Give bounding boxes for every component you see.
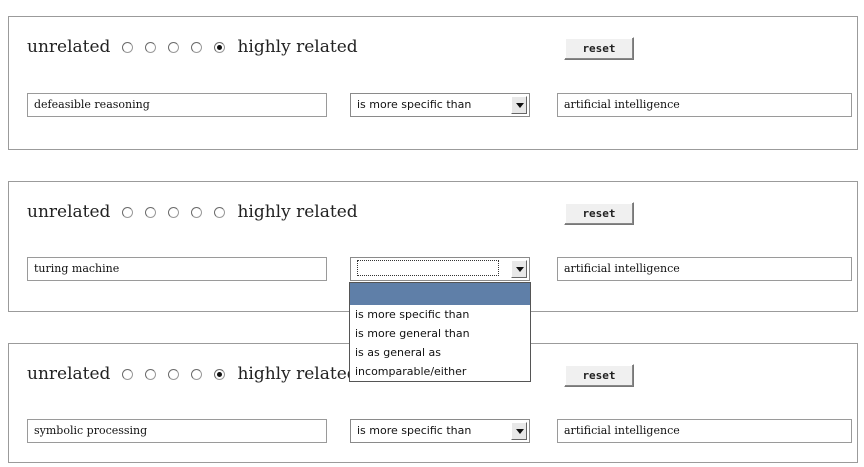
rating-radio-5[interactable] <box>214 368 226 380</box>
rating-radio-4[interactable] <box>191 206 203 218</box>
relation-select-value: is more specific than <box>357 98 472 111</box>
relation-select[interactable]: is more specific than <box>350 93 530 117</box>
unrelated-label: unrelated <box>27 364 111 384</box>
relation-select-value: is more specific than <box>357 424 472 437</box>
reset-button[interactable]: reset <box>564 202 634 225</box>
relation-dropdown-list: is more specific than is more general th… <box>349 282 531 382</box>
dropdown-arrow-icon[interactable] <box>511 96 527 114</box>
rating-radio-1[interactable] <box>122 368 134 380</box>
dropdown-arrow-icon[interactable] <box>511 260 527 278</box>
dropdown-arrow-icon[interactable] <box>511 422 527 440</box>
rating-radio-1[interactable] <box>122 41 134 53</box>
highly-related-label: highly related <box>237 37 358 57</box>
relation-select-value <box>357 260 499 276</box>
highly-related-label: highly related <box>237 364 358 384</box>
target-term-field[interactable]: artificial intelligence <box>557 257 852 281</box>
relation-select[interactable] <box>350 257 530 281</box>
relation-panel-1: unrelated highly related reset defeasibl… <box>8 16 858 150</box>
highly-related-label: highly related <box>237 202 358 222</box>
dropdown-option-blank[interactable] <box>350 283 530 305</box>
relatedness-rating-1: unrelated highly related <box>27 37 358 57</box>
rating-radio-3[interactable] <box>168 41 180 53</box>
rating-radio-5[interactable] <box>214 41 226 53</box>
reset-button[interactable]: reset <box>564 364 634 387</box>
rating-radio-1[interactable] <box>122 206 134 218</box>
rating-radio-3[interactable] <box>168 206 180 218</box>
unrelated-label: unrelated <box>27 202 111 222</box>
rating-radio-4[interactable] <box>191 368 203 380</box>
rating-radio-2[interactable] <box>145 206 157 218</box>
rating-radio-3[interactable] <box>168 368 180 380</box>
source-term-field[interactable]: symbolic processing <box>27 419 327 443</box>
rating-radio-2[interactable] <box>145 41 157 53</box>
source-term-field[interactable]: turing machine <box>27 257 327 281</box>
reset-button[interactable]: reset <box>564 37 634 60</box>
rating-radio-5[interactable] <box>214 206 226 218</box>
relatedness-rating-2: unrelated highly related <box>27 202 358 222</box>
relatedness-rating-3: unrelated highly related <box>27 364 358 384</box>
dropdown-option-incomparable[interactable]: incomparable/either <box>350 362 530 381</box>
rating-radio-2[interactable] <box>145 368 157 380</box>
rating-radio-4[interactable] <box>191 41 203 53</box>
dropdown-option-as-general[interactable]: is as general as <box>350 343 530 362</box>
source-term-field[interactable]: defeasible reasoning <box>27 93 327 117</box>
dropdown-option-more-general[interactable]: is more general than <box>350 324 530 343</box>
target-term-field[interactable]: artificial intelligence <box>557 419 852 443</box>
unrelated-label: unrelated <box>27 37 111 57</box>
target-term-field[interactable]: artificial intelligence <box>557 93 852 117</box>
dropdown-option-more-specific[interactable]: is more specific than <box>350 305 530 324</box>
relation-select[interactable]: is more specific than <box>350 419 530 443</box>
